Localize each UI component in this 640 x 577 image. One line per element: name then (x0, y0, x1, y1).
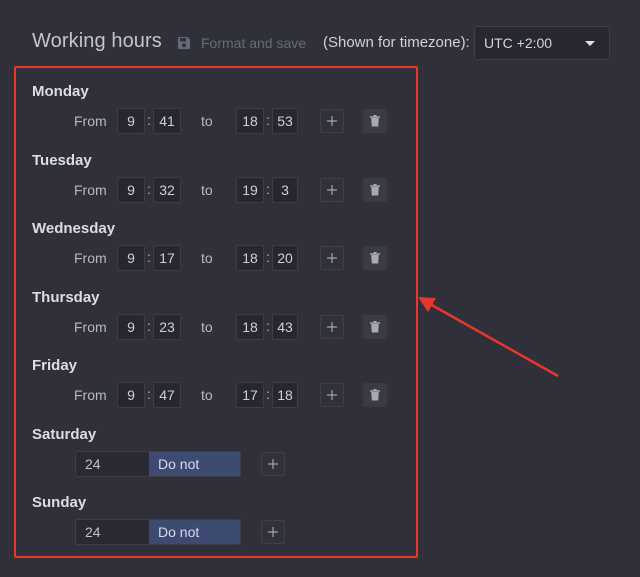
arrow-annotation (418, 297, 559, 378)
